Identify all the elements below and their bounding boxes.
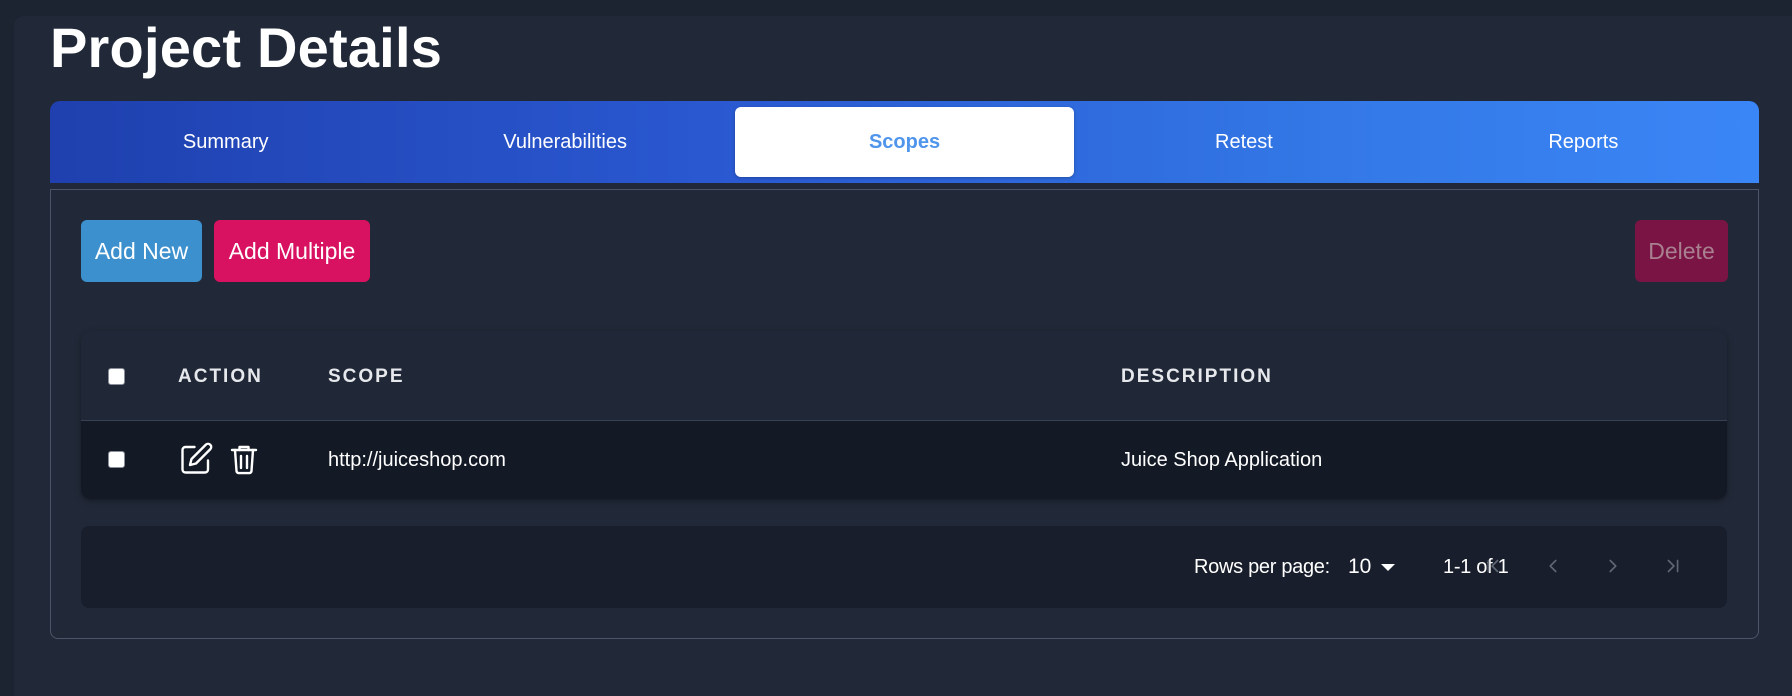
scopes-table: ACTION SCOPE DESCRIPTION http://juicesho… — [81, 331, 1727, 499]
select-all-checkbox[interactable] — [108, 368, 125, 385]
rows-per-page-select[interactable]: 10 — [1348, 554, 1396, 580]
prev-page-icon[interactable] — [1538, 551, 1568, 581]
table-row: http://juiceshop.com Juice Shop Applicat… — [81, 421, 1727, 499]
last-page-icon[interactable] — [1658, 551, 1688, 581]
tab-vulnerabilities[interactable]: Vulnerabilities — [395, 107, 734, 177]
column-header-scope: SCOPE — [328, 366, 405, 387]
tab-scopes[interactable]: Scopes — [734, 107, 1075, 177]
table-pagination: Rows per page: 10 1-1 of 1 — [81, 526, 1727, 608]
trash-icon[interactable] — [226, 441, 262, 477]
tab-bar: Summary Vulnerabilities Scopes Retest Re… — [50, 101, 1759, 183]
chevron-down-icon — [1381, 563, 1396, 571]
table-header: ACTION SCOPE DESCRIPTION — [81, 331, 1727, 421]
tab-reports[interactable]: Reports — [1414, 107, 1753, 177]
add-multiple-button[interactable]: Add Multiple — [214, 220, 370, 282]
first-page-icon[interactable] — [1478, 551, 1508, 581]
tab-summary[interactable]: Summary — [56, 107, 395, 177]
tab-retest[interactable]: Retest — [1074, 107, 1413, 177]
add-new-button[interactable]: Add New — [81, 220, 202, 282]
row-checkbox[interactable] — [108, 451, 125, 468]
edit-icon[interactable] — [178, 441, 214, 477]
next-page-icon[interactable] — [1598, 551, 1628, 581]
page-title: Project Details — [50, 16, 443, 79]
description-cell: Juice Shop Application — [1121, 449, 1323, 471]
column-header-action: ACTION — [178, 366, 263, 387]
rows-per-page-value: 10 — [1348, 555, 1372, 578]
rows-per-page-label: Rows per page: — [1194, 556, 1330, 578]
column-header-description: DESCRIPTION — [1121, 366, 1273, 387]
delete-button[interactable]: Delete — [1635, 220, 1728, 282]
scope-cell: http://juiceshop.com — [328, 449, 506, 471]
